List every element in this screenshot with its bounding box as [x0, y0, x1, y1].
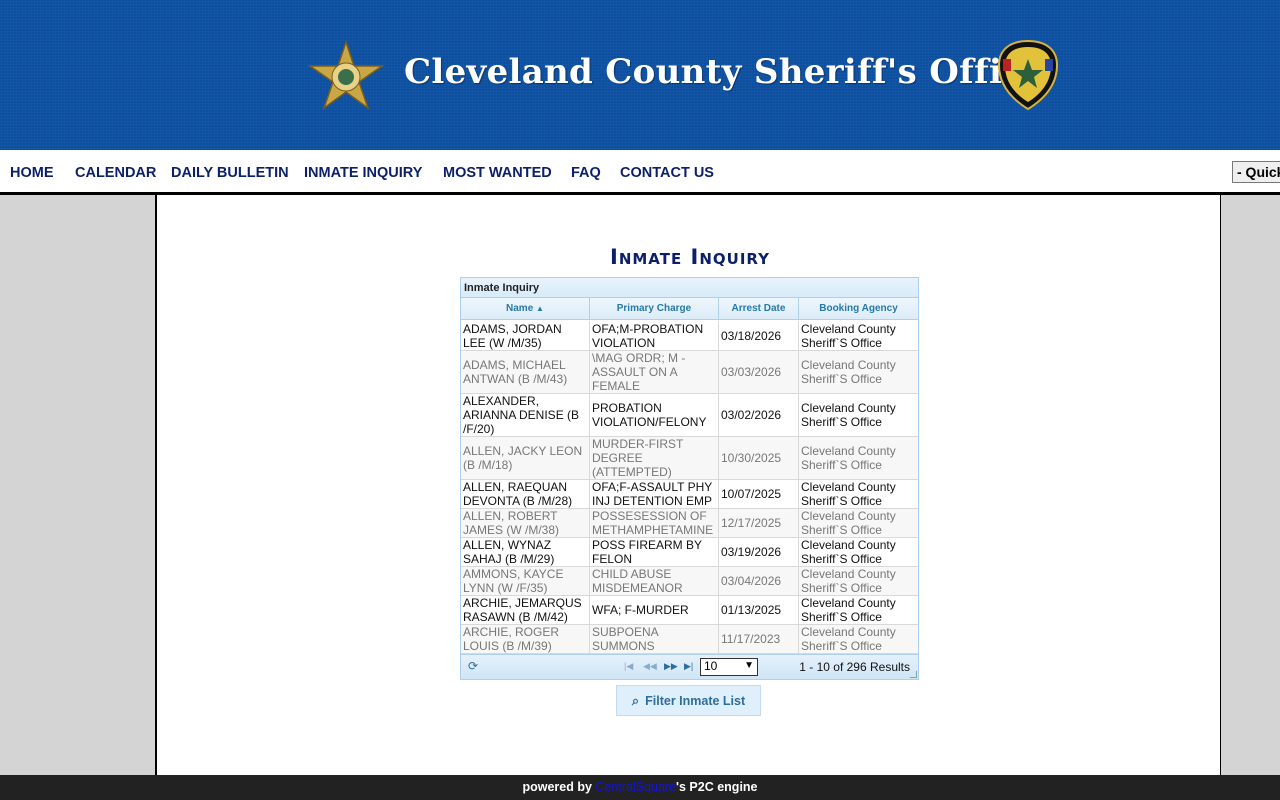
table-row[interactable]: ALLEN, JACKY LEON (B /M/18) MURDER-FIRST… [461, 437, 918, 480]
column-header-arrest-date[interactable]: Arrest Date [719, 298, 799, 320]
footer: powered by CentralSquare's P2C engine [0, 775, 1280, 800]
cell-agency: Cleveland County Sheriff`S Office [801, 444, 896, 472]
grid-caption: Inmate Inquiry [461, 278, 918, 298]
cell-charge: CHILD ABUSE MISDEMEANOR [590, 567, 719, 595]
page-title: Inmate Inquiry [610, 245, 770, 269]
nav-inmate-inquiry[interactable]: INMATE INQUIRY [304, 165, 422, 181]
centralsquare-link[interactable]: CentralSquare [595, 780, 676, 794]
cell-date: 03/03/2026 [719, 351, 799, 393]
cell-charge: PROBATION VIOLATION/FELONY [590, 394, 719, 436]
inmate-grid: Inmate Inquiry Name ▲ Primary Charge Arr… [460, 277, 919, 680]
cell-name: ADAMS, JORDAN LEE (W /M/35) [461, 321, 590, 350]
site-title: Cleveland County Sheriff's Office [404, 52, 1046, 92]
column-header-name[interactable]: Name ▲ [461, 298, 590, 320]
cell-date: 03/02/2026 [719, 394, 799, 436]
cell-charge: \MAG ORDR; M - ASSAULT ON A FEMALE [590, 351, 719, 393]
cell-name: ADAMS, MICHAEL ANTWAN (B /M/43) [461, 351, 590, 393]
cell-name: ALEXANDER, ARIANNA DENISE (B /F/20) [461, 394, 590, 436]
column-header-agency[interactable]: Booking Agency [799, 298, 918, 320]
quick-links-select[interactable]: - Quick [1232, 161, 1280, 183]
cell-charge: SUBPOENA SUMMONS [590, 625, 719, 653]
footer-suffix: 's P2C engine [676, 780, 758, 794]
nav-daily-bulletin[interactable]: DAILY BULLETIN [171, 165, 289, 181]
content-panel: Inmate Inquiry Inmate Inquiry Name ▲ Pri… [155, 195, 1221, 775]
cell-name: ARCHIE, JEMARQUS RASAWN (B /M/42) [461, 596, 590, 624]
cell-name: ALLEN, ROBERT JAMES (W /M/38) [461, 509, 590, 537]
last-page-icon[interactable]: ▶| [684, 661, 693, 672]
cell-charge: POSS FIREARM BY FELON [590, 538, 719, 566]
cell-name: ALLEN, JACKY LEON (B /M/18) [461, 437, 590, 479]
resize-handle-icon[interactable] [910, 671, 917, 678]
table-row[interactable]: ADAMS, MICHAEL ANTWAN (B /M/43) \MAG ORD… [461, 351, 918, 394]
cell-agency: Cleveland County Sheriff`S Office [801, 538, 896, 566]
cell-date: 11/17/2023 [719, 625, 799, 653]
cell-charge: WFA; F-MURDER [590, 596, 719, 624]
cell-charge: OFA;M-PROBATION VIOLATION [590, 321, 719, 350]
next-page-icon[interactable]: ▶▶ [664, 661, 678, 672]
cell-agency: Cleveland County Sheriff`S Office [801, 358, 896, 386]
nav-faq[interactable]: FAQ [571, 165, 601, 181]
cell-charge: OFA;F-ASSAULT PHY INJ DETENTION EMP [590, 480, 719, 508]
table-row[interactable]: ALEXANDER, ARIANNA DENISE (B /F/20) PROB… [461, 394, 918, 437]
table-row[interactable]: ARCHIE, JEMARQUS RASAWN (B /M/42) WFA; F… [461, 596, 918, 625]
table-row[interactable]: ALLEN, WYNAZ SAHAJ (B /M/29) POSS FIREAR… [461, 538, 918, 567]
table-row[interactable]: AMMONS, KAYCE LYNN (W /F/35) CHILD ABUSE… [461, 567, 918, 596]
table-row[interactable]: ALLEN, ROBERT JAMES (W /M/38) POSSESESSI… [461, 509, 918, 538]
refresh-icon[interactable]: ⟳ [468, 659, 478, 673]
cell-date: 10/30/2025 [719, 437, 799, 479]
cell-date: 12/17/2025 [719, 509, 799, 537]
cell-agency: Cleveland County Sheriff`S Office [801, 625, 896, 653]
sheriff-star-icon [307, 40, 385, 111]
cell-agency: Cleveland County Sheriff`S Office [801, 480, 896, 508]
cell-date: 03/19/2026 [719, 538, 799, 566]
cell-name: ALLEN, RAEQUAN DEVONTA (B /M/28) [461, 480, 590, 508]
column-header-charge[interactable]: Primary Charge [590, 298, 719, 320]
table-row[interactable]: ADAMS, JORDAN LEE (W /M/35) OFA;M-PROBAT… [461, 321, 918, 351]
cell-name: ALLEN, WYNAZ SAHAJ (B /M/29) [461, 538, 590, 566]
cell-date: 03/04/2026 [719, 567, 799, 595]
cell-agency: Cleveland County Sheriff`S Office [801, 401, 896, 429]
nav-contact-us[interactable]: CONTACT US [620, 165, 714, 181]
county-seal-icon [997, 39, 1059, 111]
first-page-icon[interactable]: |◀ [624, 661, 633, 672]
main-nav: HOME CALENDAR DAILY BULLETIN INMATE INQU… [0, 150, 1280, 195]
nav-calendar[interactable]: CALENDAR [75, 165, 156, 181]
nav-most-wanted[interactable]: MOST WANTED [443, 165, 552, 181]
cell-charge: MURDER-FIRST DEGREE (ATTEMPTED) [590, 437, 719, 479]
page-size-select[interactable]: 10 ▼ [700, 658, 758, 676]
cell-agency: Cleveland County Sheriff`S Office [801, 321, 896, 350]
cell-date: 03/18/2026 [719, 321, 799, 350]
table-row[interactable]: ARCHIE, ROGER LOUIS (B /M/39) SUBPOENA S… [461, 625, 918, 654]
prev-page-icon[interactable]: ◀◀ [643, 661, 657, 672]
cell-agency: Cleveland County Sheriff`S Office [801, 509, 896, 537]
sort-asc-icon: ▲ [536, 304, 544, 313]
cell-date: 10/07/2025 [719, 480, 799, 508]
cell-agency: Cleveland County Sheriff`S Office [801, 596, 896, 624]
results-count: 1 - 10 of 296 Results [799, 660, 910, 674]
grid-pager: ⟳ |◀ ◀◀ ▶▶ ▶| 10 ▼ 1 - 10 of 296 Results [461, 654, 918, 679]
footer-prefix: powered by [522, 780, 592, 794]
header-banner: Cleveland County Sheriff's Office [0, 0, 1280, 150]
nav-home[interactable]: HOME [10, 165, 54, 181]
filter-inmate-list-button[interactable]: ⌕ Filter Inmate List [616, 685, 761, 716]
cell-date: 01/13/2025 [719, 596, 799, 624]
cell-name: AMMONS, KAYCE LYNN (W /F/35) [461, 567, 590, 595]
chevron-down-icon: ▼ [744, 660, 754, 671]
search-icon: ⌕ [631, 692, 640, 708]
table-row[interactable]: ALLEN, RAEQUAN DEVONTA (B /M/28) OFA;F-A… [461, 480, 918, 509]
cell-agency: Cleveland County Sheriff`S Office [801, 567, 896, 595]
cell-charge: POSSESESSION OF METHAMPHETAMINE [590, 509, 719, 537]
cell-name: ARCHIE, ROGER LOUIS (B /M/39) [461, 625, 590, 653]
